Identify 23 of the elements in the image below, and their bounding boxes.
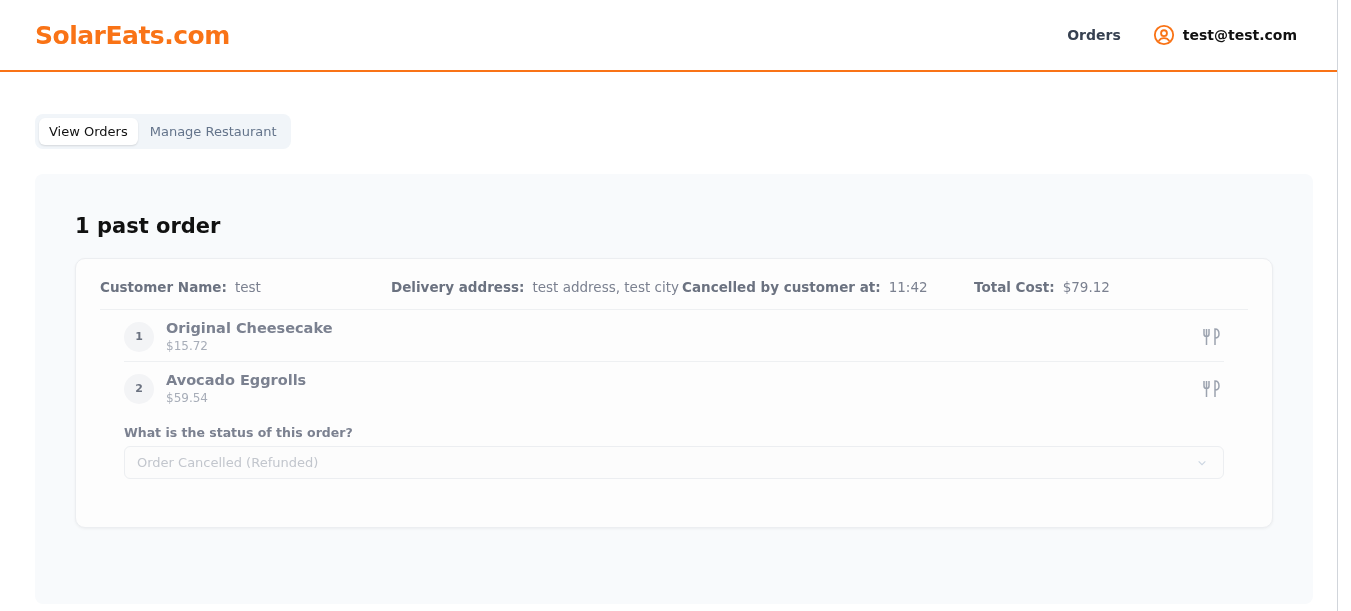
panel-heading: 1 past order [75, 214, 222, 238]
item-number: 2 [124, 373, 154, 404]
field-label: Total Cost: [974, 279, 1055, 295]
field-label: Delivery address: [391, 279, 525, 295]
item-price: $59.54 [166, 391, 209, 405]
field-label: Customer Name: [100, 279, 227, 295]
item-price: $15.72 [166, 339, 209, 353]
field-value: test [234, 279, 261, 295]
tab[interactable]: Manage Restaurant [139, 118, 287, 145]
field-value: test address, test city [532, 279, 679, 295]
field-value: 11:42 [888, 279, 928, 295]
tab[interactable]: View Orders [39, 118, 138, 145]
item-number: 1 [124, 321, 154, 352]
item-name: Original Cheesecake [166, 320, 334, 336]
item-name: Avocado Eggrolls [166, 372, 308, 388]
user-email[interactable]: test@test.com [1182, 27, 1297, 43]
fork-and-knife-icon [1202, 326, 1222, 347]
field-value: $79.12 [1062, 279, 1110, 295]
fork-and-knife-icon [1202, 378, 1222, 399]
user-icon[interactable] [1152, 24, 1175, 46]
field-label: Cancelled by customer at: [682, 279, 881, 295]
orders-link[interactable]: Orders [1067, 27, 1121, 43]
status-label: What is the status of this order? [124, 425, 354, 440]
